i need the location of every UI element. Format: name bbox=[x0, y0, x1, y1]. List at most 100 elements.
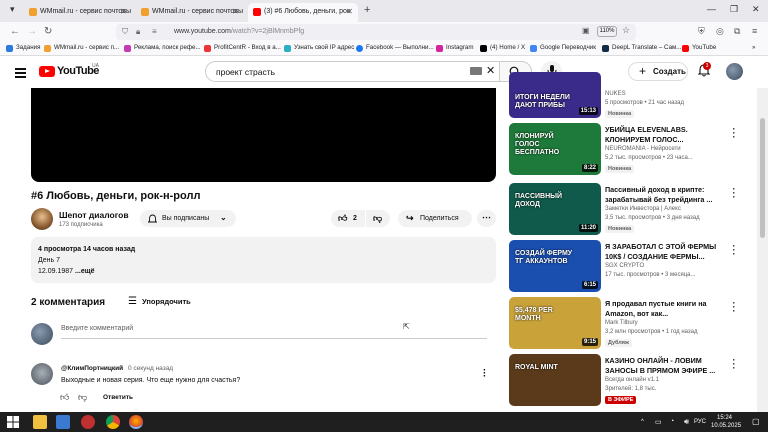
bookmark-item[interactable]: Задания bbox=[6, 44, 40, 52]
bookmark-item[interactable]: Узнать свой IP адрес bbox=[284, 44, 354, 52]
network-icon[interactable]: ▭ bbox=[655, 418, 662, 426]
recommended-channel[interactable]: Mark Tilbury bbox=[605, 320, 638, 326]
tab-list-icon[interactable]: ▾ bbox=[10, 4, 15, 15]
chrome-icon[interactable] bbox=[106, 415, 120, 429]
bookmark-item[interactable]: ProfitCentR - Вход в а... bbox=[204, 44, 281, 52]
recommended-title[interactable]: Я продавал пустые книги на Amazon, вот к… bbox=[605, 299, 723, 319]
recommended-menu-icon[interactable]: · · · bbox=[731, 125, 737, 142]
close-tab-icon[interactable]: ✕ bbox=[120, 7, 127, 16]
notification-center-icon[interactable]: ▢ bbox=[752, 417, 760, 426]
bookmark-item[interactable]: Facebook — Выполни... bbox=[356, 44, 434, 52]
search-input[interactable]: проект страсть ✕ bbox=[205, 61, 500, 82]
recommended-channel[interactable]: SGX CRYPTO bbox=[605, 263, 644, 269]
lock-icon[interactable]: 🔒︎ bbox=[136, 27, 140, 37]
comment-menu-icon[interactable]: · · · bbox=[483, 366, 487, 382]
maximize-button[interactable]: ❐ bbox=[730, 4, 738, 15]
bookmarks-overflow-icon[interactable]: » bbox=[752, 44, 755, 51]
youtube-logo-icon[interactable] bbox=[39, 66, 55, 77]
clear-search-icon[interactable]: ✕ bbox=[486, 64, 495, 77]
address-bar[interactable]: ⛉ 🔒︎ ≡ www.youtube.com/watch?v=2jBlMnmbP… bbox=[116, 24, 636, 40]
channel-avatar[interactable] bbox=[31, 208, 53, 230]
reply-button[interactable]: Ответить bbox=[103, 394, 133, 401]
file-explorer-icon[interactable] bbox=[33, 415, 47, 429]
recommended-menu-icon[interactable]: · · · bbox=[731, 299, 737, 316]
browser-tab-2[interactable]: WMmail.ru - сервис почтовы ✕ bbox=[136, 3, 244, 22]
pocket-icon[interactable]: ⛨ bbox=[698, 26, 705, 37]
close-window-button[interactable]: ✕ bbox=[752, 4, 760, 15]
video-thumbnail[interactable]: ИТОГИ НЕДЕЛИ ДАЮТ ПРИБЫ 15:13 bbox=[509, 72, 601, 118]
bookmark-item[interactable]: Реклама, поиск рефе... bbox=[124, 44, 201, 52]
start-button[interactable] bbox=[6, 415, 20, 429]
bookmark-item[interactable]: YouTube bbox=[682, 44, 716, 52]
bookmark-item[interactable]: Instagram bbox=[436, 44, 474, 52]
recommended-video[interactable]: КЛОНИРУЙ ГОЛОС БЕСПЛАТНО 8:22 УБИЙЦА ELEVE… bbox=[509, 123, 737, 175]
zoom-indicator[interactable]: 110% bbox=[597, 26, 617, 37]
show-more-link[interactable]: ...ещё bbox=[75, 268, 95, 275]
channel-name[interactable]: Шепот диалогов bbox=[59, 210, 129, 220]
recommended-video[interactable]: ИТОГИ НЕДЕЛИ ДАЮТ ПРИБЫ 15:13 NUKES 5 просм… bbox=[509, 72, 737, 118]
browser-tab-1[interactable]: WMmail.ru - сервис почтовы ✕ bbox=[24, 3, 132, 22]
recommended-menu-icon[interactable]: · · · bbox=[731, 242, 737, 259]
volume-icon[interactable]: 🔊︎ bbox=[684, 417, 689, 427]
recommended-menu-icon[interactable]: · · · bbox=[731, 356, 737, 373]
taskbar-app-icon[interactable] bbox=[81, 415, 95, 429]
clock-date[interactable]: 10.05.2025 bbox=[711, 423, 741, 429]
share-button[interactable]: ↪ Поделиться bbox=[398, 210, 472, 227]
new-tab-button[interactable]: + bbox=[364, 4, 370, 16]
minimize-button[interactable]: — bbox=[707, 4, 716, 14]
page-scrollbar[interactable] bbox=[757, 88, 768, 412]
keyboard-icon[interactable] bbox=[470, 67, 482, 75]
like-button[interactable]: 👍︎ 2 bbox=[331, 210, 365, 227]
video-thumbnail[interactable]: ROYAL MINT bbox=[509, 354, 601, 406]
more-actions-button[interactable]: ⋯ bbox=[477, 210, 496, 227]
reader-view-icon[interactable]: ▣ bbox=[582, 26, 590, 35]
reload-icon[interactable]: ↻ bbox=[44, 26, 52, 37]
video-thumbnail[interactable]: $5,478 PER MONTH 9:15 bbox=[509, 297, 601, 349]
close-tab-icon[interactable]: ✕ bbox=[346, 7, 353, 16]
recommended-title[interactable]: Пассивный доход в крипте: зарабатывай бе… bbox=[605, 185, 723, 205]
firefox-icon[interactable] bbox=[129, 415, 143, 429]
recommended-title[interactable]: Я ЗАРАБОТАЛ С ЭТОЙ ФЕРМЫ 10К$ / СОЗДАНИЕ… bbox=[605, 242, 723, 262]
wifi-icon[interactable]: ◔ bbox=[670, 418, 674, 425]
subscribed-button[interactable]: Вы подписаны ⌄ bbox=[140, 210, 236, 227]
scrollbar-thumb[interactable] bbox=[760, 118, 765, 238]
taskbar-app-icon[interactable] bbox=[56, 415, 70, 429]
dislike-button[interactable]: 👎︎ bbox=[366, 210, 390, 227]
recommended-video[interactable]: ROYAL MINT КАЗИНО ОНЛАЙН - ЛОВИМ ЗАНОСЫ В… bbox=[509, 354, 737, 406]
back-icon[interactable]: ← bbox=[10, 26, 20, 37]
recommended-channel[interactable]: Заметки Инвестора | Алекс bbox=[605, 206, 681, 212]
recommended-title[interactable]: КАЗИНО ОНЛАЙН - ЛОВИМ ЗАНОСЫ В ПРЯМОМ ЭФ… bbox=[605, 356, 723, 376]
tray-arrow-icon[interactable]: ^ bbox=[641, 419, 644, 425]
video-thumbnail[interactable]: СОЗДАЙ ФЕРМУ ТГ АККАУНТОВ 6:15 bbox=[509, 240, 601, 292]
bookmark-item[interactable]: WMmail.ru - сервис п... bbox=[44, 44, 119, 52]
commenter-avatar[interactable] bbox=[31, 363, 53, 385]
recommended-channel[interactable]: Всегда онлайн v1.1 bbox=[605, 377, 659, 383]
bookmark-item[interactable]: (4) Home / X bbox=[480, 44, 525, 52]
forward-icon[interactable]: → bbox=[27, 26, 37, 37]
video-thumbnail[interactable]: ПАССИВНЫЙ ДОХОД 11:20 bbox=[509, 183, 601, 235]
clock-time[interactable]: 15:24 bbox=[717, 415, 732, 421]
recommended-video[interactable]: СОЗДАЙ ФЕРМУ ТГ АККАУНТОВ 6:15 Я ЗАРАБОТАЛ… bbox=[509, 240, 737, 292]
comment-author[interactable]: @КлимПортницкий bbox=[61, 365, 123, 372]
bookmark-item[interactable]: DeepL Translate – Сам... bbox=[602, 44, 681, 52]
thumbs-down-icon[interactable]: 👎︎ bbox=[78, 392, 87, 403]
permissions-icon[interactable]: ≡ bbox=[152, 27, 157, 36]
browser-tab-active[interactable]: (3) #6 Любовь, деньги, рок ✕ bbox=[248, 3, 358, 22]
close-tab-icon[interactable]: ✕ bbox=[232, 7, 239, 16]
video-player[interactable] bbox=[31, 88, 496, 182]
recommended-title[interactable]: УБИЙЦА ELEVENLABS. КЛОНИРУЕМ ГОЛОС... bbox=[605, 125, 723, 145]
bookmark-item[interactable]: Google Переводчик bbox=[530, 44, 596, 52]
recommended-channel[interactable]: NEUROMANIA - Нейросети bbox=[605, 146, 681, 152]
language-indicator[interactable]: РУС bbox=[694, 419, 706, 425]
extensions-icon[interactable]: ⧉ bbox=[734, 26, 740, 37]
recommended-video[interactable]: ПАССИВНЫЙ ДОХОД 11:20 Пассивный доход в кр… bbox=[509, 183, 737, 235]
comment-time[interactable]: 0 секунд назад bbox=[128, 365, 173, 372]
account-icon[interactable]: ◎ bbox=[716, 26, 724, 37]
recommended-video[interactable]: $5,478 PER MONTH 9:15 Я продавал пустые кн… bbox=[509, 297, 737, 349]
menu-icon[interactable]: ≡ bbox=[752, 26, 757, 36]
description-box[interactable]: 4 просмотра 14 часов назад День 7 12.09.… bbox=[31, 237, 496, 283]
shield-icon[interactable]: ⛉ bbox=[122, 27, 128, 37]
add-comment-input[interactable]: Введите комментарий bbox=[61, 325, 487, 339]
sort-comments-button[interactable]: ☰ Упорядочить bbox=[128, 296, 191, 307]
thumbs-up-icon[interactable]: 👍︎ bbox=[60, 392, 69, 403]
